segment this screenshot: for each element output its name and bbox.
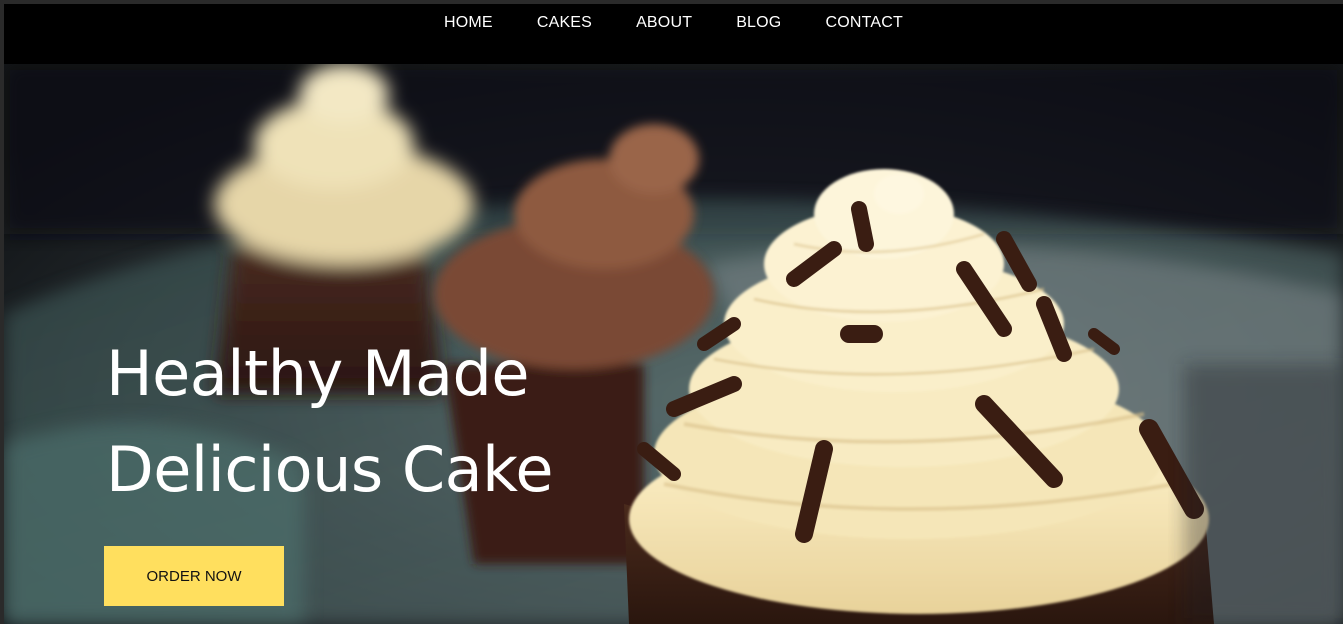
top-navigation: HOME CAKES ABOUT BLOG CONTACT <box>4 4 1343 64</box>
page-frame: HOME CAKES ABOUT BLOG CONTACT Healthy Ma… <box>4 4 1343 624</box>
nav-item-about[interactable]: ABOUT <box>636 14 692 32</box>
hero-headline-line2: Delicious Cake <box>106 433 554 506</box>
order-now-button[interactable]: ORDER NOW <box>104 546 284 606</box>
hero-headline-line1: Healthy Made <box>106 337 529 410</box>
nav-item-home[interactable]: HOME <box>444 14 493 32</box>
nav-item-contact[interactable]: CONTACT <box>825 14 903 32</box>
hero-section: Healthy Made Delicious Cake ORDER NOW <box>4 64 1343 624</box>
hero-headline: Healthy Made Delicious Cake <box>106 326 554 518</box>
nav-item-cakes[interactable]: CAKES <box>537 14 592 32</box>
nav-item-blog[interactable]: BLOG <box>736 14 781 32</box>
